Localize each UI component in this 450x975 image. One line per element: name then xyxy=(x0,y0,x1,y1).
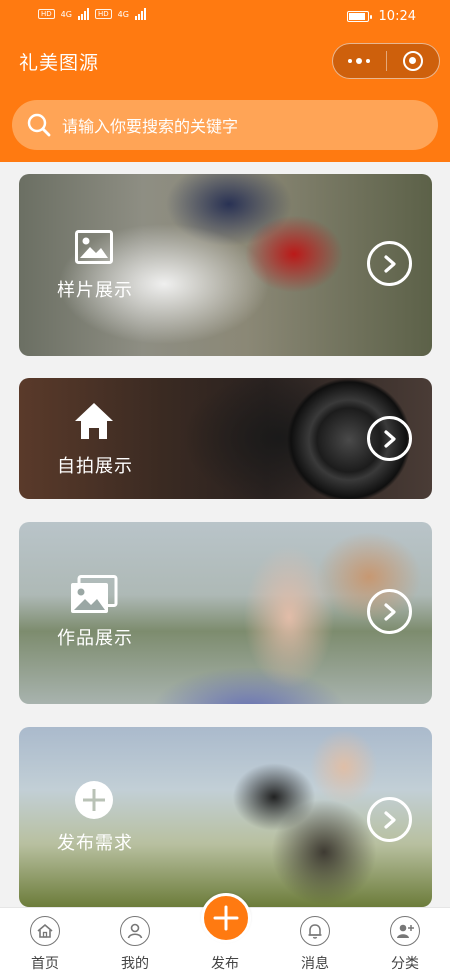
sim1-tag: HD xyxy=(38,9,55,19)
tab-category[interactable]: 分类 xyxy=(360,908,450,975)
more-button[interactable] xyxy=(333,44,386,78)
target-icon xyxy=(402,51,423,71)
card-label: 发布需求 xyxy=(57,833,133,854)
card-works-showcase[interactable]: 作品展示 xyxy=(19,522,432,704)
chevron-right-icon[interactable] xyxy=(367,416,412,461)
mini-program-capsule xyxy=(332,43,440,79)
card-label: 自拍展示 xyxy=(57,456,133,477)
tab-messages[interactable]: 消息 xyxy=(270,908,360,975)
tab-label: 消息 xyxy=(301,956,329,972)
card-selfie-showcase[interactable]: 自拍展示 xyxy=(19,378,432,499)
tab-label: 首页 xyxy=(31,956,59,972)
status-left: HD 4G HD 4G xyxy=(38,8,146,20)
plus-icon xyxy=(213,905,239,931)
house-icon xyxy=(69,400,119,442)
chevron-right-icon[interactable] xyxy=(367,241,412,286)
status-right: 10:24 xyxy=(346,9,416,24)
sim2-tag: HD xyxy=(94,9,112,19)
more-dots-icon xyxy=(348,58,371,64)
home-icon xyxy=(30,916,60,946)
tab-mine[interactable]: 我的 xyxy=(90,908,180,975)
user-add-icon xyxy=(390,916,420,946)
card-label: 作品展示 xyxy=(57,628,133,649)
search-bar[interactable]: 请输入你要搜索的关键字 xyxy=(12,100,438,150)
network1-label: 4G xyxy=(60,9,72,19)
search-icon xyxy=(27,113,51,137)
gallery-icon xyxy=(69,574,119,616)
bell-icon xyxy=(300,916,330,946)
battery-icon xyxy=(346,11,372,22)
tab-label: 发布 xyxy=(211,956,239,972)
user-icon xyxy=(120,916,150,946)
tab-label: 我的 xyxy=(121,956,149,972)
publish-button[interactable] xyxy=(201,893,251,943)
search-input[interactable]: 请输入你要搜索的关键字 xyxy=(62,113,238,137)
image-icon xyxy=(69,226,119,268)
signal2-icon xyxy=(134,8,146,20)
header: HD 4G HD 4G 10:24 礼美图源 请输入你要搜索的关键字 xyxy=(0,0,450,162)
status-time: 10:24 xyxy=(378,9,416,24)
page-title: 礼美图源 xyxy=(19,52,100,74)
card-sample-showcase[interactable]: 样片展示 xyxy=(19,174,432,356)
chevron-right-icon[interactable] xyxy=(367,589,412,634)
card-label: 样片展示 xyxy=(57,280,133,301)
chevron-right-icon[interactable] xyxy=(367,797,412,842)
plus-circle-icon xyxy=(69,779,119,821)
network2-label: 4G xyxy=(117,9,129,19)
signal1-icon xyxy=(77,8,89,20)
tab-label: 分类 xyxy=(391,956,419,972)
card-post-request[interactable]: 发布需求 xyxy=(19,727,432,907)
tab-home[interactable]: 首页 xyxy=(0,908,90,975)
close-program-button[interactable] xyxy=(386,44,439,78)
status-bar: HD 4G HD 4G 10:24 xyxy=(0,0,450,34)
